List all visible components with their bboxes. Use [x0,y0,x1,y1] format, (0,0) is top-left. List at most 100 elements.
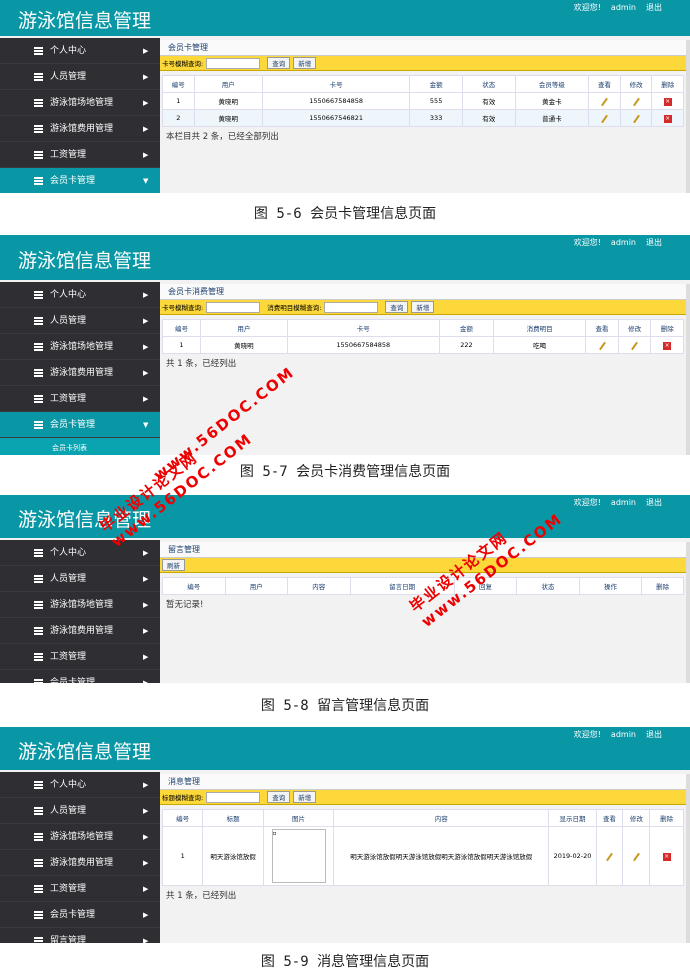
sidebar-item[interactable]: 个人中心 ▶ [0,772,160,798]
logout-link[interactable]: 退出 [646,3,662,12]
logout-link[interactable]: 退出 [646,498,662,507]
menu-icon [34,99,43,107]
query-button[interactable]: 查询 [267,57,291,69]
table-cell: × [650,336,684,354]
scrollbar[interactable] [686,774,690,943]
sidebar-item[interactable]: 工资管理 ▶ [0,644,160,670]
sidebar: 个人中心 ▶ 人员管理 ▶ 游泳馆场地管理 ▶ 游泳馆费用管理 ▶ 工资管理 ▶ 会员卡管理 ▶ 留言管… [0,772,160,943]
submenu-item[interactable]: 会员卡列表 [0,438,160,455]
username[interactable]: admin [611,3,636,12]
scrollbar[interactable] [686,284,690,455]
sidebar-item[interactable]: 游泳馆场地管理 ▶ [0,334,160,360]
menu-icon [34,177,43,185]
add-button[interactable]: 新增 [411,301,435,313]
delete-icon[interactable]: × [663,114,672,123]
search-input[interactable] [206,301,261,313]
welcome-text: 欢迎您! [573,3,601,12]
add-button[interactable]: 新增 [293,57,317,69]
sidebar-item[interactable]: 人员管理 ▶ [0,64,160,90]
username[interactable]: admin [611,238,636,247]
column-header: 编号 [162,75,195,93]
sidebar-item[interactable]: 人员管理 ▶ [0,566,160,592]
view-icon[interactable] [601,114,608,124]
menu-icon [34,369,43,377]
sidebar-item[interactable]: 工资管理 ▶ [0,142,160,168]
sidebar-item-label: 工资管理 [50,884,87,894]
column-header: 内容 [287,577,351,595]
table-row: 1 明天游泳馆放假 ▫ 明天游泳馆放假明天游泳馆放假明天游泳馆放假明天游泳馆放假 201… [161,826,684,886]
table-cell: 明天游泳馆放假 [202,826,264,886]
sidebar-item[interactable]: 会员卡管理 ▶ [0,902,160,928]
caret-right-icon: ▶ [143,47,149,55]
sidebar-item[interactable]: 个人中心 ▶ [0,282,160,308]
search-input[interactable] [206,791,261,803]
edit-icon[interactable] [631,341,638,351]
delete-icon[interactable]: × [663,341,672,350]
column-header: 操作 [578,577,643,595]
column-header: 图片 [262,809,335,827]
sidebar-item[interactable]: 人员管理 ▶ [0,798,160,824]
table-cell [617,336,652,354]
screenshot-panel: 游泳馆信息管理 欢迎您! admin 退出 个人中心 ▶ 人员管理 ▶ 游泳馆场地管理 ▶ 游泳馆费… [0,727,690,943]
search-label: 消费明目模糊查询: [267,304,322,312]
query-button[interactable]: 查询 [267,791,291,803]
sidebar-item[interactable]: 会员卡管理 ▶ [0,670,160,683]
query-button[interactable]: 查询 [385,301,409,313]
sidebar-item[interactable]: 会员卡管理 ▼ [0,412,160,438]
view-icon[interactable] [598,341,606,351]
sidebar-item[interactable]: 留言管理 ▶ [0,928,160,943]
add-button[interactable]: 新增 [293,791,317,803]
search-input[interactable] [206,57,261,69]
column-header: 状态 [516,577,580,595]
search-input[interactable] [324,301,379,313]
column-header: 修改 [617,319,652,337]
menu-icon [34,549,43,557]
sidebar-item[interactable]: 人员管理 ▶ [0,308,160,334]
sidebar-item[interactable]: 游泳馆费用管理 ▶ [0,618,160,644]
header-user: 欢迎您! admin 退出 [564,2,662,13]
sidebar-item[interactable]: 个人中心 ▶ [0,38,160,64]
scrollbar[interactable] [686,542,690,683]
menu-icon [34,575,43,583]
sidebar-item[interactable]: 游泳馆场地管理 ▶ [0,592,160,618]
menu-icon [34,781,43,789]
sidebar-item-label: 会员卡管理 [50,678,96,683]
sidebar-item[interactable]: 工资管理 ▶ [0,386,160,412]
table-cell: 1550667584858 [286,336,440,354]
sidebar-item[interactable]: 游泳馆费用管理 ▶ [0,116,160,142]
table-row: 1 黄晓明 1550667584858 555 有效 黄金卡 × [162,92,684,110]
sidebar-item[interactable]: 游泳馆费用管理 ▶ [0,360,160,386]
delete-icon[interactable]: × [662,852,671,861]
search-label: 标题模糊查询: [162,794,204,802]
view-icon[interactable] [606,852,613,862]
sidebar-item[interactable]: 工资管理 ▶ [0,876,160,902]
username[interactable]: admin [611,498,636,507]
logout-link[interactable]: 退出 [646,730,662,739]
sidebar-item-label: 工资管理 [50,150,87,160]
table-cell [619,92,653,110]
refresh-button[interactable]: 刷新 [162,559,185,571]
sidebar-item-label: 游泳馆场地管理 [50,342,114,352]
sidebar-item[interactable]: 个人中心 ▶ [0,540,160,566]
table-cell [622,826,651,886]
logout-link[interactable]: 退出 [646,238,662,247]
sidebar-item[interactable]: 游泳馆场地管理 ▶ [0,824,160,850]
sidebar-item[interactable]: 游泳馆费用管理 ▶ [0,850,160,876]
menu-icon [34,47,43,55]
scrollbar[interactable] [686,40,690,193]
table-footer-text: 共 1 条，已经列出 [166,359,237,369]
edit-icon[interactable] [632,97,640,107]
menu-icon [34,73,43,81]
edit-icon[interactable] [632,852,640,862]
view-icon[interactable] [601,97,608,107]
edit-icon[interactable] [632,114,640,124]
data-table: 编号 用户 卡号 金额 状态 会员等级 查看 修改 删除 1 黄晓明 1550667584858 555… [162,75,684,127]
delete-icon[interactable]: × [663,97,672,106]
caret-right-icon: ▶ [143,549,149,557]
table-cell: ▫ [262,826,335,886]
menu-icon [34,395,43,403]
sidebar-item[interactable]: 游泳馆场地管理 ▶ [0,90,160,116]
username[interactable]: admin [611,730,636,739]
sidebar-item[interactable]: 会员卡管理 ▼ [0,168,160,193]
column-header: 状态 [461,75,516,93]
